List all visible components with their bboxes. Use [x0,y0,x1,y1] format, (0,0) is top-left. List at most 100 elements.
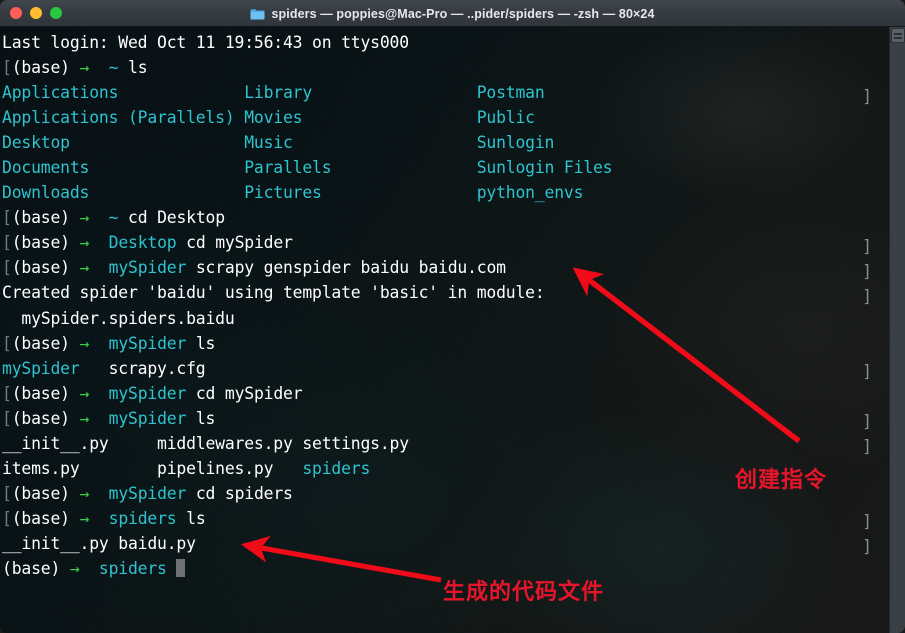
text-cursor [176,558,186,577]
text-segment: mySpider [108,383,187,403]
text-segment: mySpider [108,408,187,428]
ls-row-2: Applications (Parallels) Movies Public [2,105,880,130]
text-segment: [ [2,258,12,278]
text-segment [89,509,108,528]
text-segment: Documents Parallels Sunlogin Files [2,158,613,178]
text-segment: cd spiders [186,483,293,503]
text-segment: Last login: Wed Oct 11 19:56:43 on ttys0… [2,33,409,52]
terminal-scrollbar[interactable] [889,27,905,633]
text-segment: [ [2,58,12,78]
text-segment: Desktop Music Sunlogin [2,133,555,153]
text-segment: cd mySpider [176,233,293,253]
text-segment [89,58,108,77]
ls-row-3: Desktop Music Sunlogin [2,130,880,155]
text-segment: → [79,258,90,278]
text-segment [167,559,177,578]
text-segment: ls [176,508,206,528]
cmd-ls-proj: [(base) → mySpider ls [2,331,880,356]
ls-row-4: Documents Parallels Sunlogin Files [2,155,880,180]
ls-proj-row: mySpider scrapy.cfg [2,356,880,381]
text-segment: Created spider 'baidu' using template 'b… [2,283,545,303]
text-segment: spiders [108,508,177,528]
menu-line-icon [894,32,902,35]
text-segment [89,484,108,503]
text-segment: (base) [11,508,80,528]
ls-inner-row-1: __init__.py middlewares.py settings.py [2,431,880,456]
text-segment: (base) [11,58,80,78]
text-segment: (base) [11,383,80,403]
text-segment: items.py pipelines.py [2,458,303,478]
text-segment: → [79,408,90,428]
ls-spiders-row: __init__.py baidu.py [2,531,880,556]
text-segment: spiders [302,458,371,478]
text-segment [89,208,108,227]
out-module-path: mySpider.spiders.baidu [2,306,880,331]
zoom-button[interactable] [50,7,62,19]
text-segment: mySpider [108,258,187,278]
minimize-button[interactable] [30,7,42,19]
text-segment: [ [2,333,12,353]
text-segment: [ [2,208,12,228]
text-segment: scrapy.cfg [79,358,206,378]
close-button[interactable] [10,7,22,19]
terminal-window: spiders — poppies@Mac-Pro — ..pider/spid… [0,0,905,633]
ls-inner-row-2: items.py pipelines.py spiders [2,456,880,481]
text-segment: cd Desktop [118,208,225,228]
text-segment: mySpider.spiders.baidu [2,308,235,328]
window-title-group: spiders — poppies@Mac-Pro — ..pider/spid… [0,0,905,27]
text-segment: → [79,383,90,403]
text-segment: → [79,333,90,353]
prompt-active: (base) → spiders [2,556,880,581]
window-titlebar[interactable]: spiders — poppies@Mac-Pro — ..pider/spid… [0,0,905,27]
text-segment: [ [2,408,12,428]
text-segment: [ [2,483,12,503]
cmd-cd-spiders: [(base) → mySpider cd spiders [2,481,880,506]
text-segment: → [79,483,90,503]
text-segment: Applications Library Postman [2,83,545,103]
terminal-body[interactable]: Last login: Wed Oct 11 19:56:43 on ttys0… [0,27,905,633]
text-segment: [ [2,383,12,403]
cmd-genspider: [(base) → mySpider scrapy genspider baid… [2,255,880,280]
text-segment: (base) [11,208,80,228]
ls-row-1: Applications Library Postman [2,80,880,105]
text-segment: ls [186,408,216,428]
text-segment [89,258,108,277]
cmd-cd-inner: [(base) → mySpider cd mySpider [2,381,880,406]
text-segment: Applications (Parallels) Movies Public [2,108,535,128]
text-segment: Downloads Pictures python_envs [2,183,584,203]
text-segment [80,559,99,578]
text-segment: → [79,233,90,253]
text-segment: [ [2,508,12,528]
text-segment: Desktop [108,233,177,253]
text-segment: ls [118,58,148,78]
text-segment: → [79,208,90,228]
text-segment: ls [186,333,216,353]
window-title-text: spiders — poppies@Mac-Pro — ..pider/spid… [271,6,655,21]
text-segment: → [79,508,90,528]
text-segment: (base) [2,558,70,578]
text-segment: ~ [108,208,119,228]
text-segment: cd mySpider [186,383,303,403]
text-segment: (base) [11,408,80,428]
text-segment: mySpider [108,333,187,353]
text-segment: (base) [11,233,80,253]
text-segment: ~ [108,58,119,78]
login-line: Last login: Wed Oct 11 19:56:43 on ttys0… [2,30,880,55]
text-segment [89,384,108,403]
text-segment: __init__.py middlewares.py settings.py [2,433,409,453]
text-segment: scrapy genspider baidu baidu.com [186,258,506,278]
text-segment: mySpider [108,483,187,503]
text-segment: spiders [98,558,167,578]
text-segment: → [79,58,90,78]
text-segment: [ [2,233,12,253]
folder-icon [250,8,265,20]
text-segment: → [69,558,80,578]
cmd-ls-inner: [(base) → mySpider ls [2,406,880,431]
text-segment [89,334,108,353]
scrollbar-menu-button[interactable] [891,28,905,43]
text-segment [89,409,108,428]
menu-line-icon [894,36,902,39]
text-segment: (base) [11,483,80,503]
text-segment [89,233,108,252]
text-segment: mySpider [2,358,80,378]
